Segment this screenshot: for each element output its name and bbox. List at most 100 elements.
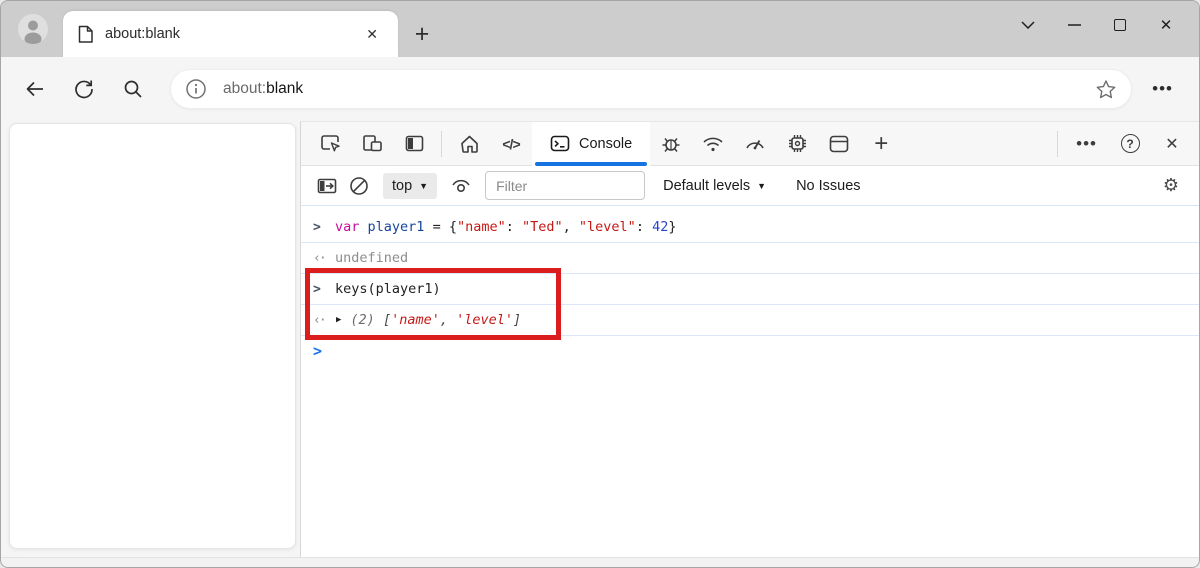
search-button[interactable]: [115, 71, 151, 107]
window-controls: ✕: [1005, 7, 1189, 43]
levels-label: Default levels: [663, 177, 751, 194]
maximize-icon: [1114, 19, 1126, 31]
tab-memory[interactable]: [776, 122, 818, 166]
log-levels-dropdown[interactable]: Default levels ▼: [663, 178, 766, 194]
sidebar-toggle-icon: [317, 178, 337, 193]
device-toolbar-icon: [362, 135, 382, 152]
refresh-button[interactable]: [66, 71, 102, 107]
code-token: player1: [367, 219, 425, 235]
console-output[interactable]: > var player1 = {"name": "Ted", "level": …: [301, 206, 1199, 557]
code-token: :: [635, 219, 653, 235]
code-token: = {: [424, 219, 457, 235]
help-button[interactable]: ?: [1109, 122, 1151, 166]
customize-devtools-button[interactable]: •••: [1064, 122, 1109, 166]
console-row: ‹· undefined: [301, 243, 1199, 274]
help-icon: ?: [1120, 134, 1140, 153]
dock-left-icon: [405, 135, 423, 152]
device-emulation-button[interactable]: [351, 122, 393, 166]
chip-icon: [788, 135, 806, 152]
url-scheme: about:: [223, 80, 267, 97]
code-token: 42: [652, 219, 669, 235]
tab-title: about:blank: [105, 26, 180, 42]
console-rows: > var player1 = {"name": "Ted", "level": …: [301, 212, 1199, 366]
minimize-icon: [1067, 24, 1081, 26]
back-button[interactable]: [17, 71, 53, 107]
code-token: :: [505, 219, 522, 235]
command-chevron-icon: >: [313, 219, 321, 235]
devtools-panel: </> Console + ••• ? ✕ top ▼ Filter Defau…: [300, 121, 1199, 557]
tab-actions-menu-button[interactable]: [1005, 7, 1051, 43]
close-icon: ✕: [1165, 135, 1179, 153]
code-token: "name": [456, 219, 506, 235]
new-tab-button[interactable]: +: [407, 19, 437, 49]
console-settings-button[interactable]: ⚙: [1163, 175, 1189, 196]
filter-input[interactable]: [485, 171, 646, 200]
maximize-button[interactable]: [1097, 7, 1143, 43]
tab-network[interactable]: [692, 122, 734, 166]
eye-icon: [452, 179, 470, 193]
code-token: var: [335, 219, 360, 235]
issues-counter[interactable]: No Issues: [796, 178, 860, 194]
tab-welcome[interactable]: [448, 122, 490, 166]
refresh-icon: [75, 80, 93, 99]
browser-window: about:blank ✕ + ✕ about:blank ••• </> Co…: [0, 0, 1200, 568]
console-row: ‹· ▶ (2) ['name', 'level']: [301, 305, 1199, 336]
chevron-down-icon: [1021, 21, 1035, 29]
console-sidebar-toggle-button[interactable]: [311, 170, 343, 202]
code-token: ,: [562, 219, 579, 235]
tab-elements[interactable]: </>: [490, 122, 532, 166]
devtools-toolbar-right: ••• ? ✕: [1051, 122, 1199, 166]
speedometer-icon: [746, 140, 764, 150]
application-icon: [829, 135, 849, 152]
code-token: [: [382, 312, 392, 328]
minimize-button[interactable]: [1051, 7, 1097, 43]
tab-application[interactable]: [818, 122, 860, 166]
code-token: undefined: [335, 250, 409, 266]
window-close-button[interactable]: ✕: [1143, 7, 1189, 43]
context-label: top: [392, 177, 413, 194]
inspect-element-button[interactable]: [309, 122, 351, 166]
dock-side-button[interactable]: [393, 122, 435, 166]
favorites-button[interactable]: [1095, 79, 1117, 100]
tab-strip: about:blank ✕ + ✕: [1, 1, 1199, 57]
expand-triangle-icon[interactable]: ▶: [336, 315, 341, 325]
page-favicon-icon: [78, 25, 93, 43]
wifi-icon: [703, 137, 723, 151]
url-text[interactable]: about:blank: [223, 80, 303, 98]
tab-sources[interactable]: [650, 122, 692, 166]
address-bar[interactable]: about:blank: [170, 69, 1133, 109]
home-icon: [460, 135, 478, 153]
clear-console-button[interactable]: [343, 170, 375, 202]
bug-icon: [662, 137, 680, 152]
settings-menu-button[interactable]: •••: [1142, 79, 1183, 99]
more-tools-button[interactable]: +: [860, 122, 902, 166]
prompt-chevron-icon[interactable]: >: [313, 342, 335, 360]
url-host: blank: [266, 80, 304, 97]
console-row: >: [301, 336, 1199, 366]
code-token: }: [668, 219, 677, 235]
live-expression-button[interactable]: [445, 170, 477, 202]
javascript-context-dropdown[interactable]: top ▼: [383, 172, 438, 199]
plus-icon: +: [874, 129, 889, 157]
return-value-arrow-icon: ‹·: [313, 312, 327, 328]
code-token: "level": [578, 219, 636, 235]
chevron-down-icon: ▼: [419, 180, 429, 191]
profile-avatar[interactable]: [18, 14, 48, 44]
browser-tab[interactable]: about:blank ✕: [63, 11, 398, 57]
tab-console[interactable]: Console: [532, 121, 651, 166]
code-icon: </>: [502, 135, 520, 152]
code-token: 'name': [391, 312, 440, 328]
navigation-bar: about:blank •••: [1, 57, 1199, 121]
code-token: "Ted": [522, 219, 563, 235]
star-icon: [1096, 79, 1116, 98]
console-tab-label: Console: [579, 135, 633, 152]
tab-close-button[interactable]: ✕: [360, 23, 384, 46]
tab-performance[interactable]: [734, 122, 776, 166]
code-token: 'level': [456, 312, 514, 328]
inspect-cursor-icon: [320, 135, 340, 152]
devtools-toolbar: </> Console + ••• ? ✕: [301, 121, 1199, 166]
close-devtools-button[interactable]: ✕: [1151, 122, 1193, 166]
site-info-icon[interactable]: [185, 78, 207, 100]
toolbar-divider: [441, 130, 442, 157]
